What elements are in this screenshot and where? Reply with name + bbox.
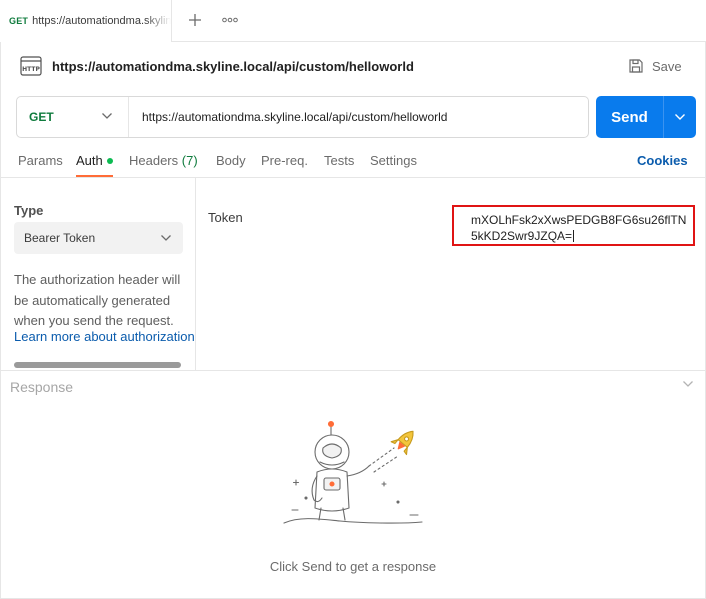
url-bar: GET https://automationdma.skyline.local/… [16, 96, 589, 138]
tab-pre-request-label: Pre-req. [261, 153, 308, 168]
ellipsis-icon[interactable] [219, 9, 241, 31]
request-tab[interactable]: GET https://automationdma.skyline.local/… [0, 0, 172, 42]
send-label: Send [611, 108, 648, 126]
learn-more-link[interactable]: Learn more about authorization [14, 329, 195, 344]
response-title: Response [10, 379, 74, 395]
headers-count: (7) [181, 153, 198, 168]
tab-pre-request[interactable]: Pre-req. [261, 153, 308, 168]
tab-bar: GET https://automationdma.skyline.local/… [0, 0, 706, 42]
chevron-down-icon [161, 235, 171, 241]
tab-headers-label: Headers [129, 153, 179, 168]
request-tabs: Params Auth Headers (7) Body Pre-req. Te… [0, 150, 706, 178]
chevron-down-icon[interactable] [682, 380, 694, 388]
auth-active-indicator [106, 157, 113, 164]
tab-tests-label: Tests [324, 153, 355, 168]
request-header: HTTP https://automationdma.skyline.local… [18, 52, 414, 80]
send-options-button[interactable] [664, 96, 696, 138]
tab-params[interactable]: Params [18, 153, 63, 168]
tab-params-label: Params [18, 153, 63, 168]
tab-body-label: Body [216, 153, 246, 168]
cookies-link[interactable]: Cookies [637, 153, 688, 168]
tab-auth[interactable]: Auth [76, 153, 113, 168]
auth-type-select[interactable]: Bearer Token [14, 222, 183, 254]
tab-fade [145, 0, 171, 42]
request-title[interactable]: https://automationdma.skyline.local/api/… [52, 59, 414, 74]
svg-text:HTTP: HTTP [22, 66, 40, 73]
tab-settings[interactable]: Settings [370, 153, 417, 168]
text-cursor [573, 230, 575, 242]
token-label: Token [208, 210, 243, 225]
plus-icon[interactable] [184, 9, 206, 31]
method-select[interactable]: GET [17, 97, 129, 137]
response-divider [0, 370, 706, 371]
tab-auth-label: Auth [76, 153, 103, 168]
auth-type-panel: Type Bearer Token The authorization head… [0, 178, 196, 370]
http-icon: HTTP [18, 53, 44, 79]
astronaut-rocket-illustration [283, 420, 423, 524]
tab-settings-label: Settings [370, 153, 417, 168]
token-value: mXOLhFsk2xXwsPEDGB8FG6su26flTN5kKD2Swr9J… [471, 213, 687, 243]
tab-headers[interactable]: Headers (7) [129, 153, 198, 168]
save-button[interactable]: Save [628, 55, 682, 77]
tab-method: GET [9, 16, 29, 26]
method-value: GET [29, 110, 54, 124]
chevron-down-icon [675, 114, 685, 120]
tab-body[interactable]: Body [216, 153, 246, 168]
send-button[interactable]: Send [596, 96, 696, 138]
auth-type-value: Bearer Token [24, 231, 96, 245]
horizontal-scrollbar[interactable] [14, 362, 181, 368]
tab-tests[interactable]: Tests [324, 153, 354, 168]
empty-response-hint: Click Send to get a response [269, 559, 437, 574]
url-input[interactable]: https://automationdma.skyline.local/api/… [142, 97, 447, 137]
save-icon [629, 59, 643, 73]
save-label: Save [652, 58, 682, 74]
token-input[interactable]: mXOLhFsk2xXwsPEDGB8FG6su26flTN5kKD2Swr9J… [452, 205, 695, 246]
auth-description: The authorization header will be automat… [14, 272, 181, 328]
chevron-down-icon [102, 113, 112, 119]
type-label: Type [14, 203, 44, 218]
